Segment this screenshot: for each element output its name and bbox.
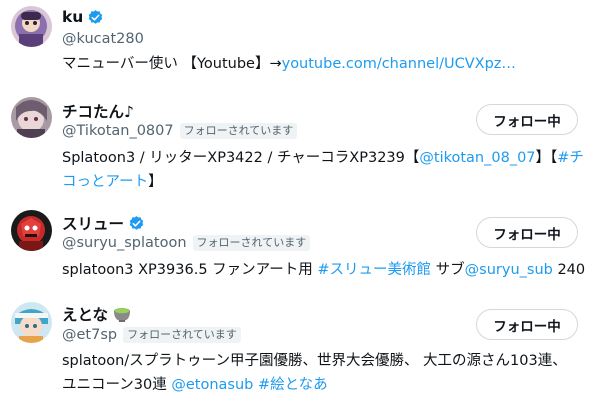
- user-bio: マニューバー使い 【Youtube】→youtube.com/channel/U…: [62, 56, 516, 72]
- avatar[interactable]: [11, 97, 52, 138]
- user-name[interactable]: ku: [62, 8, 83, 26]
- bio-hashtag-link[interactable]: #スリュー美術館: [317, 262, 431, 278]
- bio-hashtag-link[interactable]: コっとアート: [62, 174, 148, 190]
- user-handle[interactable]: @et7sp: [62, 327, 117, 343]
- tea-bowl-emoji-icon: [114, 308, 131, 322]
- user-cell-tikotan[interactable]: チコたん♪ @Tikotan_0807 フォローされています フォロー中 Spl…: [0, 90, 595, 204]
- user-name[interactable]: スリュー: [62, 212, 124, 234]
- user-handle[interactable]: @kucat280: [62, 31, 144, 47]
- verified-badge-icon: [129, 215, 144, 230]
- following-button[interactable]: フォロー中: [476, 217, 578, 248]
- user-cell-ku[interactable]: ku @kucat280 マニューバー使い 【Youtube】→youtube.…: [0, 0, 595, 90]
- follows-you-badge: フォローされています: [123, 327, 241, 343]
- avatar[interactable]: [11, 6, 52, 47]
- bio-hashtag-link[interactable]: #チ: [557, 150, 584, 166]
- user-bio: Splatoon3 / リッターXP3422 / チャーコラXP3239【@ti…: [62, 150, 584, 190]
- bio-hashtag-link[interactable]: #絵となあ: [258, 377, 328, 393]
- user-name[interactable]: えとな: [62, 303, 108, 325]
- user-bio: splatoon/スプラトゥーン甲子園優勝、世界大会優勝、 大工の源さん103連…: [62, 353, 567, 393]
- bio-mention-link[interactable]: @suryu_sub: [465, 262, 553, 278]
- following-button[interactable]: フォロー中: [476, 309, 578, 340]
- verified-badge-icon: [89, 9, 103, 24]
- following-button[interactable]: フォロー中: [476, 104, 578, 135]
- user-handle[interactable]: @Tikotan_0807: [62, 123, 174, 139]
- user-handle[interactable]: @suryu_splatoon: [62, 235, 187, 251]
- bio-link[interactable]: youtube.com/channel/UCVXpz…: [282, 56, 516, 72]
- avatar[interactable]: [11, 210, 52, 251]
- follows-you-badge: フォローされています: [179, 123, 298, 139]
- user-cell-etona[interactable]: えとな @et7sp フォローされています フォロー中 splatoon/スプラ…: [0, 292, 595, 409]
- avatar[interactable]: [11, 302, 52, 343]
- follows-you-badge: フォローされています: [192, 235, 311, 251]
- user-bio: splatoon3 XP3936.5 ファンアート用 #スリュー美術館 サブ@s…: [62, 262, 586, 278]
- user-cell-suryu[interactable]: スリュー @suryu_splatoon フォローされています フォロー中 sp…: [0, 204, 595, 292]
- user-name[interactable]: チコたん♪: [62, 100, 134, 122]
- bio-mention-link[interactable]: @tikotan_08_07: [419, 150, 535, 166]
- bio-mention-link[interactable]: @etonasub: [171, 377, 253, 393]
